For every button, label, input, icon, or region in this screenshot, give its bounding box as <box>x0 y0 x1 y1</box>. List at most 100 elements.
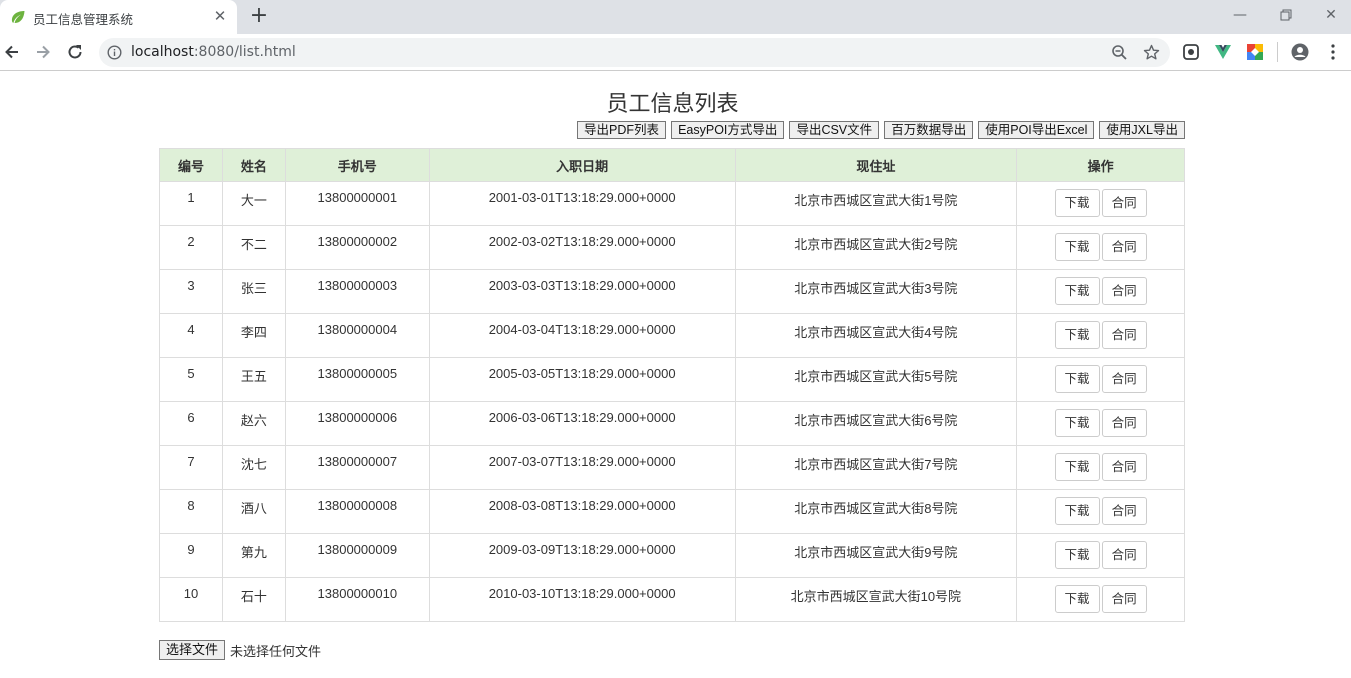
cell-hire-date: 2008-03-08T13:18:29.000+0000 <box>428 489 736 534</box>
export-million-button[interactable]: 百万数据导出 <box>884 121 974 139</box>
vue-devtools-icon[interactable] <box>1214 43 1232 61</box>
cell-name: 王五 <box>221 357 286 402</box>
table-row: 3 张三 13800000003 2003-03-03T13:18:29.000+00… <box>159 269 1185 314</box>
cell-hire-date: 2007-03-07T13:18:29.000+0000 <box>428 445 736 490</box>
table-header-row: 编号 姓名 手机号 入职日期 现住址 操作 <box>159 148 1185 182</box>
contract-button[interactable]: 合同 <box>1101 497 1147 525</box>
column-header-address: 现住址 <box>734 148 1018 182</box>
cell-id: 7 <box>159 445 223 490</box>
table-row: 1 大一 13800000001 2001-03-01T13:18:29.000+00… <box>159 181 1185 226</box>
contract-button[interactable]: 合同 <box>1101 409 1147 437</box>
restore-icon[interactable] <box>1276 5 1296 25</box>
cell-name: 李四 <box>221 313 286 358</box>
cell-actions: 下载 合同 <box>1016 225 1185 270</box>
cell-hire-date: 2009-03-09T13:18:29.000+0000 <box>428 533 736 578</box>
cell-name: 沈七 <box>221 445 286 490</box>
download-button[interactable]: 下载 <box>1054 541 1100 569</box>
contract-button[interactable]: 合同 <box>1101 233 1147 261</box>
contract-button[interactable]: 合同 <box>1101 189 1147 217</box>
page-title: 员工信息列表 <box>606 92 739 117</box>
extension-icon-1[interactable] <box>1182 43 1200 61</box>
spring-leaf-icon <box>11 11 25 24</box>
cell-id: 9 <box>159 533 223 578</box>
export-csv-button[interactable]: 导出CSV文件 <box>789 121 880 139</box>
column-header-name: 姓名 <box>221 148 286 182</box>
cell-phone: 13800000010 <box>284 577 430 622</box>
cell-address: 北京市西城区宣武大街2号院 <box>734 225 1018 270</box>
browser-tab-active[interactable]: 员工信息管理系统 ✕ <box>0 0 237 34</box>
export-pdf-button[interactable]: 导出PDF列表 <box>577 121 667 139</box>
cell-phone: 13800000005 <box>284 357 430 402</box>
cell-phone: 13800000003 <box>284 269 430 314</box>
contract-button[interactable]: 合同 <box>1101 321 1147 349</box>
star-icon[interactable] <box>1143 44 1160 61</box>
extension-icon-3[interactable] <box>1246 43 1264 61</box>
download-button[interactable]: 下载 <box>1054 321 1100 349</box>
forward-arrow-icon[interactable] <box>33 42 53 62</box>
contract-button[interactable]: 合同 <box>1101 365 1147 393</box>
download-button[interactable]: 下载 <box>1054 277 1100 305</box>
cell-address: 北京市西城区宣武大街5号院 <box>734 357 1018 402</box>
url-text[interactable]: localhost:8080/list.html <box>131 44 296 60</box>
cell-hire-date: 2002-03-02T13:18:29.000+0000 <box>428 225 736 270</box>
kebab-menu-icon[interactable] <box>1324 43 1342 61</box>
cell-name: 不二 <box>221 225 286 270</box>
table-row: 2 不二 13800000002 2002-03-02T13:18:29.000+00… <box>159 225 1185 270</box>
table-row: 10 石十 13800000010 2010-03-10T13:18:29.000+0… <box>159 577 1185 622</box>
contract-button[interactable]: 合同 <box>1101 453 1147 481</box>
tab-close-icon[interactable]: ✕ <box>212 8 228 24</box>
column-header-actions: 操作 <box>1016 148 1185 182</box>
cell-hire-date: 2004-03-04T13:18:29.000+0000 <box>428 313 736 358</box>
cell-hire-date: 2010-03-10T13:18:29.000+0000 <box>428 577 736 622</box>
export-easypoi-button[interactable]: EasyPOI方式导出 <box>671 121 785 139</box>
contract-button[interactable]: 合同 <box>1101 277 1147 305</box>
cell-phone: 13800000004 <box>284 313 430 358</box>
cell-phone: 13800000008 <box>284 489 430 534</box>
table-row: 7 沈七 13800000007 2007-03-07T13:18:29.000+00… <box>159 445 1185 490</box>
info-icon[interactable] <box>107 45 122 60</box>
download-button[interactable]: 下载 <box>1054 233 1100 261</box>
cell-phone: 13800000002 <box>284 225 430 270</box>
download-button[interactable]: 下载 <box>1054 453 1100 481</box>
reload-icon[interactable] <box>65 42 85 62</box>
cell-name: 张三 <box>221 269 286 314</box>
close-window-icon[interactable]: ✕ <box>1321 5 1341 25</box>
cell-name: 第九 <box>221 533 286 578</box>
zoom-out-icon[interactable] <box>1111 44 1128 61</box>
account-icon[interactable] <box>1291 43 1309 61</box>
table-row: 5 王五 13800000005 2005-03-05T13:18:29.000+00… <box>159 357 1185 402</box>
minimize-icon[interactable]: — <box>1230 5 1250 25</box>
cell-actions: 下载 合同 <box>1016 269 1185 314</box>
export-poi-excel-button[interactable]: 使用POI导出Excel <box>978 121 1095 139</box>
contract-button[interactable]: 合同 <box>1101 585 1147 613</box>
cell-id: 6 <box>159 401 223 446</box>
toolbar-divider <box>1277 42 1278 62</box>
cell-address: 北京市西城区宣武大街4号院 <box>734 313 1018 358</box>
contract-button[interactable]: 合同 <box>1101 541 1147 569</box>
cell-address: 北京市西城区宣武大街6号院 <box>734 401 1018 446</box>
download-button[interactable]: 下载 <box>1054 497 1100 525</box>
cell-id: 8 <box>159 489 223 534</box>
browser-toolbar: localhost:8080/list.html <box>0 34 1351 71</box>
cell-actions: 下载 合同 <box>1016 401 1185 446</box>
download-button[interactable]: 下载 <box>1054 585 1100 613</box>
download-button[interactable]: 下载 <box>1054 365 1100 393</box>
back-arrow-icon[interactable] <box>2 42 22 62</box>
cell-id: 4 <box>159 313 223 358</box>
cell-address: 北京市西城区宣武大街9号院 <box>734 533 1018 578</box>
cell-id: 10 <box>159 577 223 622</box>
download-button[interactable]: 下载 <box>1054 189 1100 217</box>
export-jxl-button[interactable]: 使用JXL导出 <box>1099 121 1185 139</box>
cell-name: 酒八 <box>221 489 286 534</box>
table-body: 1 大一 13800000001 2001-03-01T13:18:29.000+00… <box>159 181 1185 622</box>
cell-address: 北京市西城区宣武大街3号院 <box>734 269 1018 314</box>
column-header-hire-date: 入职日期 <box>428 148 736 182</box>
cell-hire-date: 2003-03-03T13:18:29.000+0000 <box>428 269 736 314</box>
choose-file-button[interactable]: 选择文件 <box>159 640 226 660</box>
new-tab-plus-icon[interactable]: + <box>249 5 269 27</box>
download-button[interactable]: 下载 <box>1054 409 1100 437</box>
address-bar[interactable]: localhost:8080/list.html <box>99 38 1170 67</box>
cell-id: 3 <box>159 269 223 314</box>
cell-address: 北京市西城区宣武大街1号院 <box>734 181 1018 226</box>
cell-actions: 下载 合同 <box>1016 181 1185 226</box>
